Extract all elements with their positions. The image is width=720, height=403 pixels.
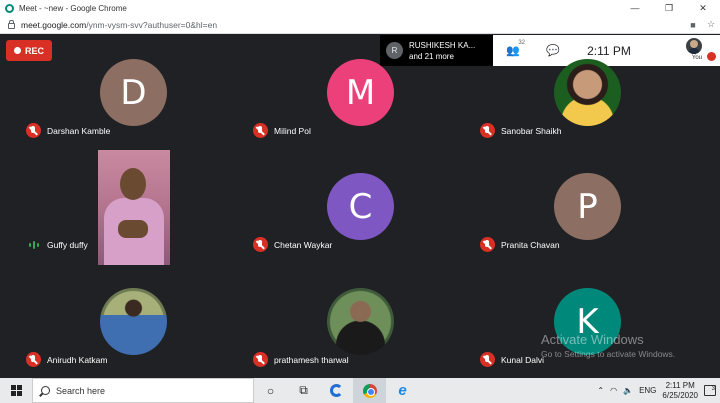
participant-photo — [327, 288, 394, 355]
participant-avatar: M — [327, 59, 394, 126]
mic-off-icon — [480, 352, 495, 367]
ie-taskbar-button[interactable]: e — [386, 378, 419, 403]
participant-name: Milind Pol — [274, 125, 311, 136]
minimize-button[interactable]: — — [618, 3, 652, 13]
system-tray: ⌃ ◠ 🔈 ENG 2:11 PM 6/25/2020 3 — [597, 378, 720, 403]
participant-name: Chetan Waykar — [274, 239, 333, 250]
search-icon — [41, 386, 50, 395]
mic-off-icon — [253, 123, 268, 138]
address-bar[interactable]: meet.google.com /ynm-vysm-svv?authuser=0… — [0, 16, 720, 34]
close-button[interactable]: ✕ — [686, 3, 720, 14]
presenter-avatar: R — [386, 42, 403, 59]
participant-name: Guffy duffy — [47, 239, 88, 250]
participant-photo — [554, 59, 621, 126]
start-button[interactable] — [0, 378, 32, 403]
taskbar-clock[interactable]: 2:11 PM 6/25/2020 — [662, 381, 698, 401]
internet-explorer-icon: e — [398, 382, 407, 399]
people-button[interactable]: 👥 32 — [493, 40, 533, 57]
participant-name: Anirudh Katkam — [47, 354, 108, 365]
url-host[interactable]: meet.google.com — [21, 20, 86, 30]
mic-off-icon — [26, 123, 41, 138]
camera-indicator-icon[interactable]: ■ — [684, 20, 702, 30]
participant-name: prathamesh tharwal — [274, 354, 349, 365]
task-view-button[interactable]: ⧉ — [287, 378, 320, 403]
meeting-clock: 2:11 PM — [587, 43, 631, 58]
chat-button[interactable]: 💬 — [533, 44, 573, 57]
notification-count: 3 — [711, 386, 715, 392]
recording-badge: REC — [6, 40, 52, 61]
windows-logo-icon — [10, 385, 22, 396]
watermark-title: Activate Windows — [541, 332, 644, 347]
speaking-indicator-icon — [26, 237, 41, 252]
presenter-name: RUSHIKESH KA... — [409, 40, 476, 50]
notification-center-icon[interactable]: 3 — [704, 385, 716, 396]
screen: Meet - ~new - Google Chrome — ❐ ✕ meet.g… — [0, 0, 720, 403]
chrome-icon — [362, 383, 377, 398]
participant-name: Darshan Kamble — [47, 125, 111, 136]
volume-icon[interactable]: 🔈 — [623, 386, 633, 395]
chrome-taskbar-button[interactable] — [353, 378, 386, 403]
mic-off-icon — [253, 237, 268, 252]
input-language[interactable]: ENG — [639, 386, 656, 395]
self-mic-off-icon — [707, 52, 716, 61]
watermark-subtitle: Go to Settings to activate Windows. — [541, 349, 676, 359]
participant-name: Kunal Dalvi — [501, 354, 544, 365]
recording-label: REC — [24, 45, 44, 56]
participant-avatar: P — [554, 173, 621, 240]
meet-favicon-icon — [5, 3, 14, 13]
taskbar-search-box[interactable]: Search here — [32, 378, 254, 403]
participant-name: Sanobar Shaikh — [501, 125, 562, 136]
participant-avatar: C — [327, 173, 394, 240]
bookmark-star-icon[interactable]: ☆ — [702, 19, 720, 30]
participant-tile[interactable]: Guffy duffy — [20, 173, 247, 287]
edge-icon — [330, 384, 343, 397]
participant-tile[interactable]: Sanobar Shaikh — [474, 59, 701, 173]
self-avatar[interactable] — [686, 38, 702, 54]
participants-count: 32 — [518, 40, 525, 46]
chevron-up-icon[interactable]: ⌃ — [597, 386, 604, 395]
mic-off-icon — [480, 237, 495, 252]
window-titlebar: Meet - ~new - Google Chrome — ❐ ✕ — [0, 0, 720, 16]
mic-off-icon — [480, 123, 495, 138]
participant-name: Pranita Chavan — [501, 239, 560, 250]
activate-windows-watermark: Activate Windows Go to Settings to activ… — [541, 332, 675, 359]
mic-off-icon — [253, 352, 268, 367]
participant-tile[interactable]: C Chetan Waykar — [247, 173, 474, 287]
participant-tile[interactable]: M Milind Pol — [247, 59, 474, 173]
window-title: Meet - ~new - Google Chrome — [19, 3, 127, 13]
search-placeholder: Search here — [56, 385, 106, 396]
lock-icon[interactable] — [8, 19, 15, 29]
url-path[interactable]: /ynm-vysm-svv?authuser=0&hl=en — [86, 20, 684, 30]
windows-taskbar: Search here ○ ⧉ e ⌃ ◠ 🔈 ENG 2:11 PM 6/25… — [0, 378, 720, 403]
maximize-button[interactable]: ❐ — [652, 3, 686, 14]
edge-taskbar-button[interactable] — [320, 378, 353, 403]
clock-date: 6/25/2020 — [662, 390, 698, 400]
mic-off-icon — [26, 352, 41, 367]
meet-stage: REC R RUSHIKESH KA... and 21 more 👥 32 💬 … — [0, 35, 720, 378]
participant-avatar: D — [100, 59, 167, 126]
wifi-icon[interactable]: ◠ — [610, 386, 617, 395]
clock-time: 2:11 PM — [665, 380, 695, 390]
record-dot-icon — [13, 47, 21, 54]
cortana-button[interactable]: ○ — [254, 378, 287, 403]
participant-photo — [100, 288, 167, 355]
participant-tile[interactable]: P Pranita Chavan — [474, 173, 701, 287]
